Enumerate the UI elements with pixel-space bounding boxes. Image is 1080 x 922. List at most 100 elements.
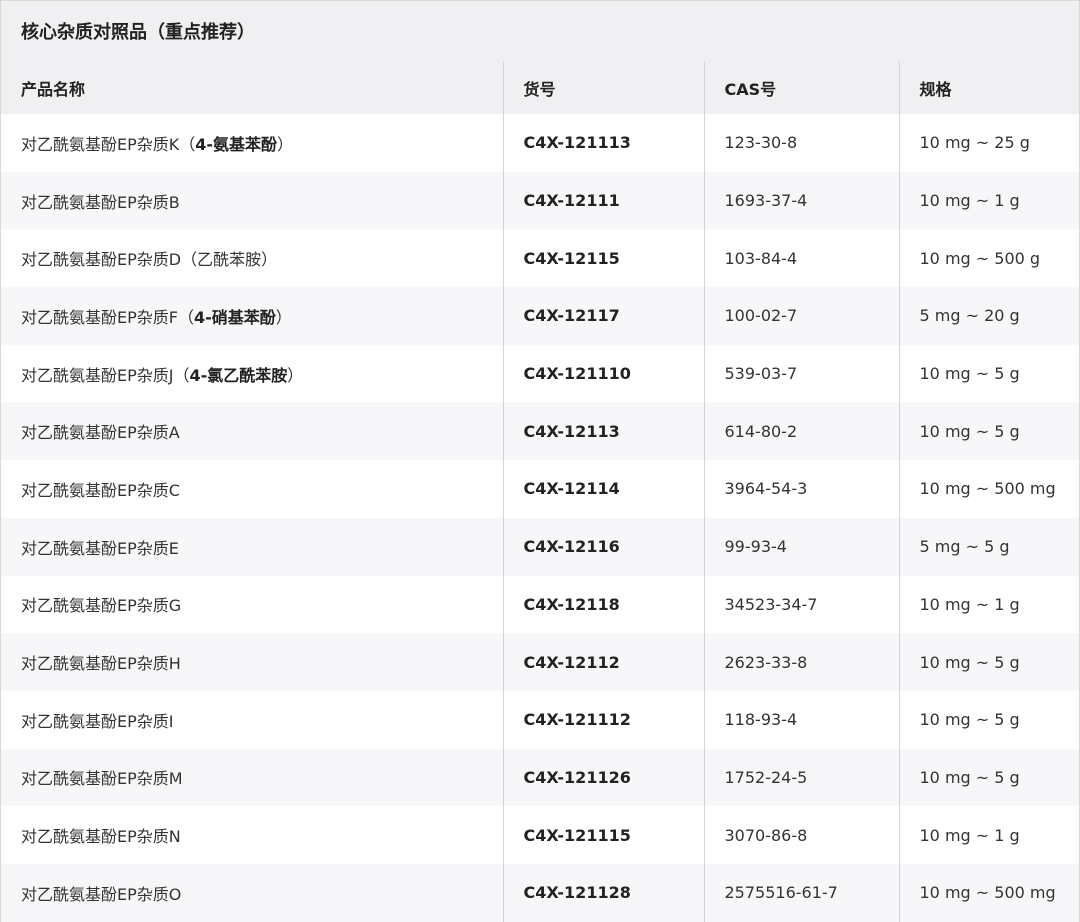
product-name: 对乙酰氨基酚EP杂质B (21, 192, 180, 212)
product-name-cell: 对乙酰氨基酚EP杂质J（4-氯乙酰苯胺） (1, 345, 503, 403)
paren-close: ） (277, 134, 294, 154)
cas-number-cell: 1752-24-5 (703, 748, 899, 807)
item-number-cell: C4X-121115 (502, 806, 704, 864)
table-row: 对乙酰氨基酚EP杂质J（4-氯乙酰苯胺） C4X-121110 539-03-7 10… (1, 344, 1079, 403)
product-table: 产品名称 货号 CAS号 规格 对乙酰氨基酚EP杂质K（4-氨基苯酚） C4X-1… (1, 61, 1079, 922)
product-name: 对乙酰氨基酚EP杂质H (21, 654, 181, 674)
specification-cell: 10 mg ~ 5 g (898, 748, 1079, 807)
product-name-cell: 对乙酰氨基酚EP杂质N (1, 806, 503, 864)
table-row: 对乙酰氨基酚EP杂质N C4X-121115 3070-86-8 10 mg ~ 1 … (1, 806, 1079, 864)
table-row: 对乙酰氨基酚EP杂质B C4X-12111 1693-37-4 10 mg ~ 1 g (1, 171, 1079, 230)
product-alias: 4-硝基苯酚 (193, 307, 276, 327)
product-name-cell: 对乙酰氨基酚EP杂质A (1, 402, 503, 460)
table-row: 对乙酰氨基酚EP杂质I C4X-121112 118-93-4 10 mg ~ 5 g (1, 690, 1079, 749)
specification-cell: 10 mg ~ 500 mg (898, 863, 1079, 922)
cas-number-cell: 2575516-61-7 (703, 863, 899, 922)
specification-cell: 10 mg ~ 500 g (898, 229, 1079, 288)
product-name: 对乙酰氨基酚EP杂质I (21, 711, 174, 731)
cas-number-cell: 118-93-4 (703, 690, 899, 749)
product-name-cell: 对乙酰氨基酚EP杂质O (1, 864, 503, 922)
cas-number-cell: 123-30-8 (703, 114, 899, 172)
cas-number-cell: 3070-86-8 (703, 806, 899, 864)
item-number-cell: C4X-12118 (502, 575, 704, 634)
specification-cell: 5 mg ~ 20 g (898, 287, 1079, 345)
specification-cell: 10 mg ~ 5 g (898, 344, 1079, 403)
product-name-cell: 对乙酰氨基酚EP杂质M (1, 749, 503, 807)
item-number-cell: C4X-12115 (502, 229, 704, 288)
product-name: 对乙酰氨基酚EP杂质O (21, 884, 182, 904)
specification-cell: 10 mg ~ 25 g (898, 114, 1079, 172)
cas-number-cell: 1693-37-4 (703, 171, 899, 230)
specification-cell: 10 mg ~ 5 g (898, 633, 1079, 691)
cas-number-cell: 99-93-4 (703, 517, 899, 576)
header-product-name: 产品名称 (21, 79, 86, 99)
specification-cell: 5 mg ~ 5 g (898, 517, 1079, 576)
cas-number-cell: 100-02-7 (703, 287, 899, 345)
cas-number-cell: 539-03-7 (703, 344, 899, 403)
specification-cell: 10 mg ~ 5 g (898, 690, 1079, 749)
item-number-cell: C4X-121126 (502, 748, 704, 807)
item-number-cell: C4X-121113 (502, 114, 704, 172)
product-table-panel: 核心杂质对照品（重点推荐） 产品名称 货号 CAS号 规格 对乙酰氨基酚EP杂质… (0, 0, 1080, 922)
product-name: 对乙酰氨基酚EP杂质A (21, 423, 180, 443)
product-name-cell: 对乙酰氨基酚EP杂质G (1, 576, 503, 634)
header-specification: 规格 (898, 61, 1079, 114)
product-name: 对乙酰氨基酚EP杂质F (21, 307, 178, 327)
table-row: 对乙酰氨基酚EP杂质K（4-氨基苯酚） C4X-121113 123-30-8 10 … (1, 114, 1079, 172)
specification-cell: 10 mg ~ 500 mg (898, 460, 1079, 518)
table-row: 对乙酰氨基酚EP杂质D（乙酰苯胺） C4X-12115 103-84-4 10 mg … (1, 229, 1079, 288)
product-name: 对乙酰氨基酚EP杂质E (21, 538, 179, 558)
header-item-number: 货号 (502, 61, 704, 114)
table-row: 对乙酰氨基酚EP杂质A C4X-12113 614-80-2 10 mg ~ 5 g (1, 402, 1079, 461)
table-row: 对乙酰氨基酚EP杂质F（4-硝基苯酚） C4X-12117 100-02-7 5 mg… (1, 287, 1079, 345)
table-row: 对乙酰氨基酚EP杂质C C4X-12114 3964-54-3 10 mg ~ 500… (1, 460, 1079, 518)
product-name-cell: 对乙酰氨基酚EP杂质C (1, 460, 503, 518)
specification-cell: 10 mg ~ 1 g (898, 806, 1079, 864)
specification-cell: 10 mg ~ 5 g (898, 402, 1079, 461)
cas-number-cell: 2623-33-8 (703, 633, 899, 691)
item-number-cell: C4X-121112 (502, 690, 704, 749)
cas-number-cell: 614-80-2 (703, 402, 899, 461)
paren-open: （ (179, 134, 196, 154)
product-name-cell: 对乙酰氨基酚EP杂质E (1, 518, 503, 576)
table-body: 对乙酰氨基酚EP杂质K（4-氨基苯酚） C4X-121113 123-30-8 10 … (1, 114, 1079, 922)
header-cas-number: CAS号 (703, 61, 899, 114)
table-row: 对乙酰氨基酚EP杂质M C4X-121126 1752-24-5 10 mg ~ 5 … (1, 748, 1079, 807)
specification-cell: 10 mg ~ 1 g (898, 575, 1079, 634)
product-name: 对乙酰氨基酚EP杂质M (21, 769, 183, 789)
table-row: 对乙酰氨基酚EP杂质E C4X-12116 99-93-4 5 mg ~ 5 g (1, 517, 1079, 576)
table-title: 核心杂质对照品（重点推荐） (1, 1, 1079, 61)
paren-open: （ (177, 307, 194, 327)
paren-close: ） (275, 307, 292, 327)
item-number-cell: C4X-12116 (502, 517, 704, 576)
table-row: 对乙酰氨基酚EP杂质H C4X-12112 2623-33-8 10 mg ~ 5 g (1, 633, 1079, 691)
item-number-cell: C4X-12113 (502, 402, 704, 461)
product-name: 对乙酰氨基酚EP杂质K (21, 134, 180, 154)
item-number-cell: C4X-12111 (502, 171, 704, 230)
item-number-cell: C4X-12112 (502, 633, 704, 691)
product-name-cell: 对乙酰氨基酚EP杂质F（4-硝基苯酚） (1, 287, 503, 345)
paren-open: （ (173, 365, 190, 385)
paren-close: ） (287, 365, 304, 385)
product-name: 对乙酰氨基酚EP杂质C (21, 480, 180, 500)
table-header-row: 产品名称 货号 CAS号 规格 (1, 61, 1079, 114)
cas-number-cell: 103-84-4 (703, 229, 899, 288)
table-row: 对乙酰氨基酚EP杂质G C4X-12118 34523-34-7 10 mg ~ 1 … (1, 575, 1079, 634)
cas-number-cell: 34523-34-7 (703, 575, 899, 634)
product-name-cell: 对乙酰氨基酚EP杂质I (1, 691, 503, 749)
product-alias: 4-氨基苯酚 (195, 134, 278, 154)
product-name: 对乙酰氨基酚EP杂质G (21, 596, 182, 616)
item-number-cell: C4X-121110 (502, 344, 704, 403)
product-name-cell: 对乙酰氨基酚EP杂质H (1, 633, 503, 691)
table-row: 对乙酰氨基酚EP杂质O C4X-121128 2575516-61-7 10 mg ~… (1, 863, 1079, 922)
item-number-cell: C4X-121128 (502, 863, 704, 922)
product-name: 对乙酰氨基酚EP杂质D（乙酰苯胺） (21, 250, 278, 270)
product-name-cell: 对乙酰氨基酚EP杂质K（4-氨基苯酚） (1, 114, 503, 172)
product-name-cell: 对乙酰氨基酚EP杂质D（乙酰苯胺） (1, 229, 503, 287)
product-alias: 4-氯乙酰苯胺 (189, 365, 288, 385)
cas-number-cell: 3964-54-3 (703, 460, 899, 518)
product-name-cell: 对乙酰氨基酚EP杂质B (1, 172, 503, 230)
product-name: 对乙酰氨基酚EP杂质J (21, 365, 174, 385)
item-number-cell: C4X-12117 (502, 287, 704, 345)
specification-cell: 10 mg ~ 1 g (898, 171, 1079, 230)
